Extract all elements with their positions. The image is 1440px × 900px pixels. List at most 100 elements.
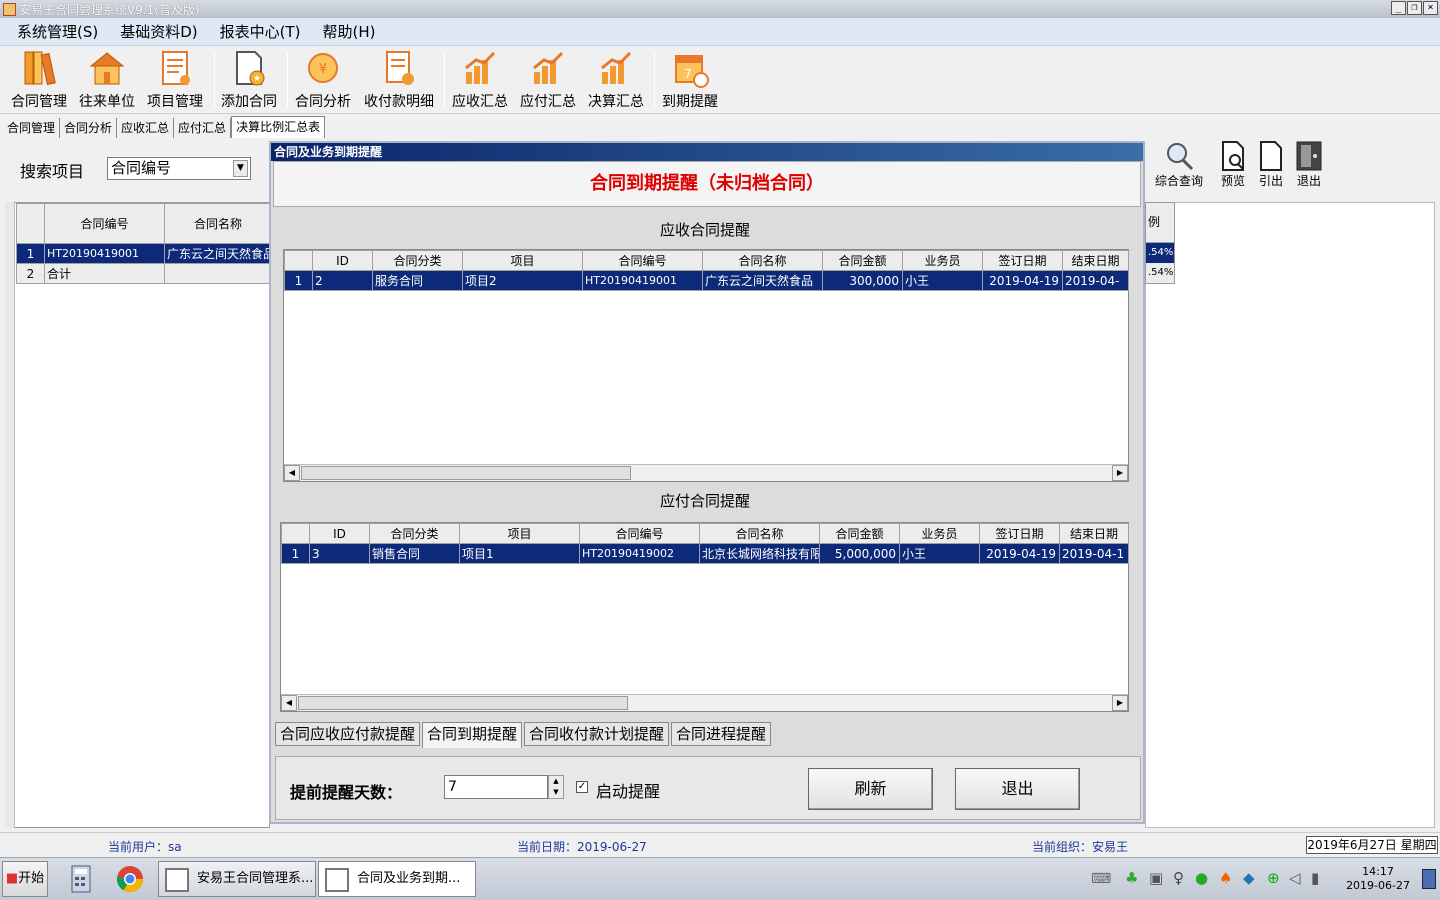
col-project[interactable]: 项目 <box>462 250 583 271</box>
scroll-right-icon[interactable]: ▶ <box>1112 465 1128 481</box>
col-id[interactable]: ID <box>309 523 370 544</box>
scroll-left-icon[interactable]: ◀ <box>281 695 297 711</box>
calendar-clock-icon: 7 <box>675 55 709 88</box>
tab-payment-plan-reminder[interactable]: 合同收付款计划提醒 <box>524 722 670 746</box>
security-icon[interactable]: ◆ <box>1243 869 1255 887</box>
table-row[interactable]: 1 2 服务合同 项目2 HT20190419001 广东云之间天然食品 300… <box>284 270 1129 291</box>
show-desktop-button[interactable] <box>1422 869 1436 889</box>
col-amount[interactable]: 合同金额 <box>819 523 900 544</box>
col-category[interactable]: 合同分类 <box>372 250 463 271</box>
menu-basic-data[interactable]: 基础资料D) <box>120 21 197 42</box>
scroll-right-icon[interactable]: ▶ <box>1112 695 1128 711</box>
wechat-icon[interactable]: ● <box>1195 869 1208 887</box>
enable-reminder-checkbox[interactable]: ✓ <box>576 781 588 793</box>
volume-icon[interactable]: ◁ <box>1289 869 1301 887</box>
lightbulb-icon[interactable]: ♀ <box>1173 869 1184 887</box>
tab-progress-reminder[interactable]: 合同进程提醒 <box>671 722 772 746</box>
col-amount[interactable]: 合同金额 <box>822 250 903 271</box>
payable-grid-box: ID 合同分类 项目 合同编号 合同名称 合同金额 业务员 签订日期 结束日期 … <box>280 522 1129 712</box>
report-toolbar: 综合查询 预览 引出 退出 <box>1145 138 1440 198</box>
payable-hscrollbar[interactable]: ◀ ▶ <box>281 694 1128 711</box>
update-icon[interactable]: ⊕ <box>1267 869 1280 887</box>
report-panel <box>1145 202 1435 828</box>
advance-days-input[interactable]: 7 <box>444 775 548 799</box>
chevron-down-icon[interactable]: ▼ <box>233 160 248 177</box>
tab-contract-analysis[interactable]: 合同分析 <box>60 118 118 138</box>
keyboard-icon[interactable]: ⌨ <box>1091 871 1111 887</box>
exit-button[interactable]: 退出 <box>955 768 1080 810</box>
col-salesman[interactable]: 业务员 <box>899 523 980 544</box>
tab-final-ratio-summary[interactable]: 决算比例汇总表 <box>231 116 326 138</box>
col-sign-date[interactable]: 签订日期 <box>982 250 1063 271</box>
contract-app-icon <box>165 868 189 892</box>
col-end-date[interactable]: 结束日期 <box>1062 250 1129 271</box>
toolbar-project-management[interactable]: 项目管理 <box>142 48 208 111</box>
col-code[interactable]: 合同编号 <box>582 250 703 271</box>
network-icon[interactable]: ▮ <box>1311 869 1319 887</box>
table-row[interactable]: 1 3 销售合同 项目1 HT20190419002 北京长城网络科技有限 5,… <box>281 543 1129 564</box>
toolbar-contract-management[interactable]: 合同管理 <box>6 48 72 111</box>
table-row[interactable]: 2 合计 <box>16 263 272 284</box>
books-icon <box>24 51 56 86</box>
window-controls: _ ❐ × <box>1391 1 1438 15</box>
app-tray-icon[interactable]: ♣ <box>1125 869 1138 887</box>
menu-bar: 系统管理(S) 基础资料D) 报表中心(T) 帮助(H) <box>0 18 1440 46</box>
menu-system[interactable]: 系统管理(S) <box>17 21 98 42</box>
task-expiry-reminder[interactable]: 合同及业务到期... <box>318 861 476 897</box>
report-exit-button[interactable]: 退出 <box>1293 140 1325 189</box>
tab-contract-management[interactable]: 合同管理 <box>3 118 61 138</box>
image-tray-icon[interactable]: ▣ <box>1149 869 1163 887</box>
col-code[interactable]: 合同编号 <box>579 523 700 544</box>
tab-receivable-payable-reminder[interactable]: 合同应收应付款提醒 <box>275 722 421 746</box>
toolbar-receivable-summary[interactable]: 应收汇总 <box>447 48 513 111</box>
receivable-hscrollbar[interactable]: ◀ ▶ <box>284 464 1128 481</box>
close-button[interactable]: × <box>1423 1 1438 15</box>
scroll-thumb[interactable] <box>301 466 631 480</box>
toolbar-expiry-reminder[interactable]: 7 到期提醒 <box>657 48 723 111</box>
restore-button[interactable]: ❐ <box>1407 1 1422 15</box>
advance-days-spinner[interactable]: ▲ ▼ <box>548 775 564 799</box>
col-salesman[interactable]: 业务员 <box>902 250 983 271</box>
col-end-date[interactable]: 结束日期 <box>1059 523 1129 544</box>
left-scrollbar[interactable] <box>5 202 15 828</box>
toolbar-contract-analysis[interactable]: ¥ 合同分析 <box>290 48 356 111</box>
table-row[interactable]: 1 HT20190419001 广东云之间天然食品 <box>16 243 272 264</box>
col-project[interactable]: 项目 <box>459 523 580 544</box>
menu-help[interactable]: 帮助(H) <box>323 21 376 42</box>
calculator-icon[interactable] <box>66 863 96 895</box>
search-field-select[interactable]: 合同编号 ▼ <box>107 157 251 180</box>
task-contract-system[interactable]: 安易王合同管理系... <box>158 861 316 897</box>
preview-button[interactable]: 预览 <box>1217 140 1249 189</box>
col-sign-date[interactable]: 签订日期 <box>979 523 1060 544</box>
ratio-grid-partial: 例 .54% .54% <box>1145 202 1175 284</box>
dialog-heading: 合同到期提醒（未归档合同） <box>273 161 1141 207</box>
export-button[interactable]: 引出 <box>1255 140 1287 189</box>
taskbar-clock[interactable]: 14:17 2019-06-27 <box>1346 865 1410 893</box>
refresh-button[interactable]: 刷新 <box>808 768 933 810</box>
receivable-section-title: 应收合同提醒 <box>659 221 750 239</box>
col-name[interactable]: 合同名称 <box>699 523 820 544</box>
col-id[interactable]: ID <box>312 250 373 271</box>
chrome-icon[interactable] <box>114 863 146 895</box>
minimize-button[interactable]: _ <box>1391 1 1406 15</box>
col-contract-code[interactable]: 合同编号 <box>44 203 165 244</box>
scroll-left-icon[interactable]: ◀ <box>284 465 300 481</box>
col-contract-name[interactable]: 合同名称 <box>164 203 272 244</box>
search-label: 搜索项目 <box>20 162 85 181</box>
comprehensive-query-button[interactable]: 综合查询 <box>1155 140 1203 189</box>
tab-payable-summary[interactable]: 应付汇总 <box>174 118 232 138</box>
tab-expiry-reminder[interactable]: 合同到期提醒 <box>422 722 523 748</box>
qq-icon[interactable]: ♠ <box>1219 869 1232 887</box>
toolbar-payment-details[interactable]: 收付款明细 <box>364 48 434 111</box>
scroll-thumb[interactable] <box>298 696 628 710</box>
col-name[interactable]: 合同名称 <box>702 250 823 271</box>
toolbar-final-summary[interactable]: 决算汇总 <box>583 48 649 111</box>
col-category[interactable]: 合同分类 <box>369 523 460 544</box>
app-icon <box>3 2 16 16</box>
start-button[interactable]: ■开始 <box>2 861 48 897</box>
menu-reports[interactable]: 报表中心(T) <box>220 21 301 42</box>
toolbar-partners[interactable]: 往来单位 <box>74 48 140 111</box>
toolbar-payable-summary[interactable]: 应付汇总 <box>515 48 581 111</box>
tab-receivable-summary[interactable]: 应收汇总 <box>117 118 175 138</box>
toolbar-add-contract[interactable]: ★ 添加合同 <box>216 48 282 111</box>
